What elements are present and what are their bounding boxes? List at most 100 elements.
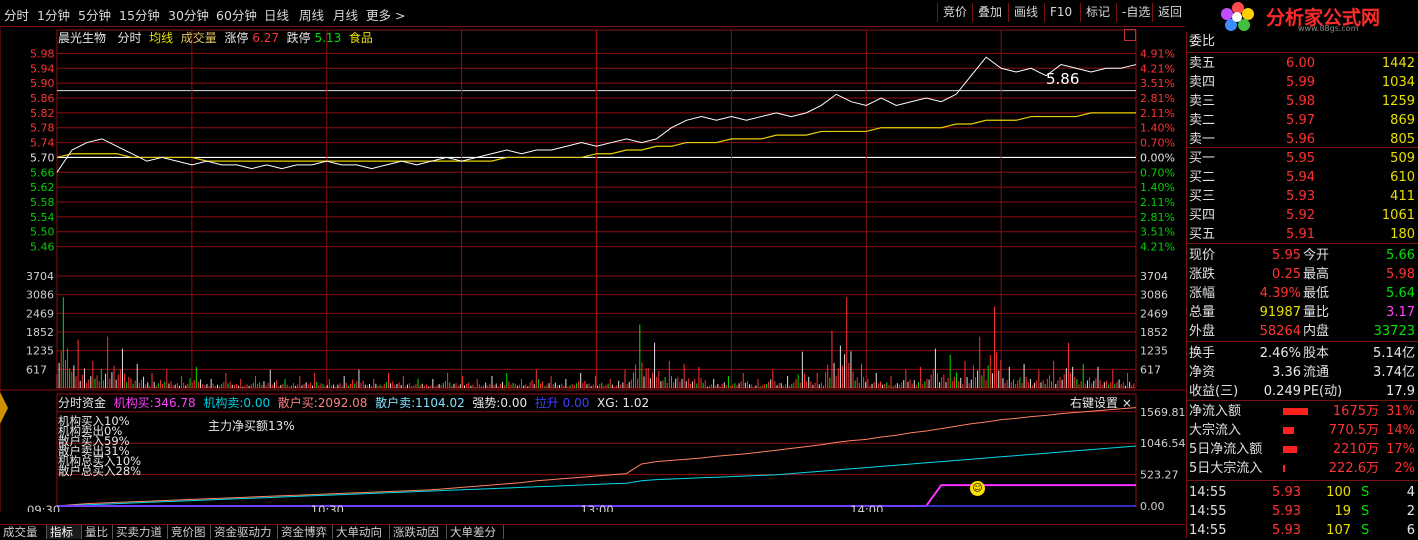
period-tab-15min[interactable]: 15分钟: [119, 5, 160, 24]
volume-tick-label: 1235: [26, 345, 54, 358]
volume-tick-label: 3086: [1140, 289, 1168, 302]
bid-row[interactable]: 买四 5.92 1061: [1187, 206, 1418, 225]
volume-tick-label: 2469: [26, 307, 54, 320]
ask-row[interactable]: 卖二 5.97 869: [1187, 111, 1418, 130]
volume-tick-label: 3086: [26, 289, 54, 302]
tab-volume-ratio[interactable]: 量比: [82, 525, 113, 539]
period-tab-week[interactable]: 周线: [299, 5, 324, 24]
mark-button[interactable]: 标记: [1080, 3, 1115, 22]
bid-row[interactable]: 买三 5.93 411: [1187, 187, 1418, 206]
flow-label: 大宗流入: [1189, 423, 1242, 438]
tab-fund-drive[interactable]: 资金驱动力: [211, 525, 278, 539]
tab-auction-chart[interactable]: 竞价图: [168, 525, 211, 539]
tick-volume: 19: [1334, 504, 1351, 519]
ask-row[interactable]: 卖四 5.99 1034: [1187, 73, 1418, 92]
volume-tick-label: 1235: [1140, 345, 1168, 358]
stat-label: 净资: [1189, 365, 1216, 380]
tab-indicator[interactable]: 指标: [47, 525, 82, 539]
percent-tick-label: 4.21%: [1140, 62, 1175, 75]
stat2-row: 收益(三) 0.249 PE(动) 17.9: [1187, 382, 1418, 401]
ask-price: 5.98: [1286, 94, 1315, 109]
tick-side: S: [1361, 504, 1370, 519]
stat-value: 91987: [1259, 305, 1301, 320]
tab-big-order-diff[interactable]: 大单差分: [447, 525, 504, 539]
fund-tick-label: 0.00: [1140, 500, 1165, 512]
tab-buy-sell-power[interactable]: 买卖力道: [113, 525, 168, 539]
auction-button[interactable]: 竞价: [937, 3, 972, 22]
stat-label: 换手: [1189, 346, 1216, 361]
stat-label: 流通: [1303, 365, 1330, 380]
chart-close-box[interactable]: [1124, 29, 1136, 41]
period-tab-5min[interactable]: 5分钟: [78, 5, 111, 24]
mode-label: 分时: [117, 31, 142, 45]
flow-value: 2210万: [1332, 442, 1379, 457]
bid-price: 5.95: [1286, 151, 1315, 166]
draw-line-button[interactable]: 画线: [1008, 3, 1043, 22]
period-tab-more[interactable]: 更多 >: [366, 5, 405, 24]
tick-side: S: [1361, 485, 1370, 500]
ask-row[interactable]: 卖五 6.00 1442: [1187, 54, 1418, 73]
tab-fund-game[interactable]: 资金博弈: [278, 525, 333, 539]
price-tick-label: 5.70: [30, 151, 55, 164]
price-tick-label: 5.62: [30, 181, 55, 194]
bid-row[interactable]: 买二 5.94 610: [1187, 168, 1418, 187]
fund-axis: 1569.81 1046.54 523.27 0.00: [1140, 406, 1185, 512]
bid-volume: 180: [1390, 227, 1415, 242]
stat-label: 股本: [1303, 346, 1330, 361]
period-tab-month[interactable]: 月线: [333, 5, 358, 24]
bid-row[interactable]: 买五 5.91 180: [1187, 225, 1418, 244]
period-tab-1min[interactable]: 1分钟: [37, 5, 70, 24]
percent-tick-label: 0.00%: [1140, 151, 1175, 164]
tab-volume[interactable]: 成交量: [0, 525, 47, 539]
time-tick-label: 09:30: [27, 503, 60, 512]
watchlist-button[interactable]: -自选: [1116, 3, 1155, 22]
fund-note: 散户总买入28%: [58, 464, 142, 478]
flow-label: 净流入额: [1189, 404, 1242, 419]
stat-value: 0.249: [1263, 384, 1301, 399]
flow-bar: [1283, 427, 1294, 434]
bid-label: 买五: [1189, 227, 1216, 242]
right-click-settings[interactable]: 右键设置 ×: [1070, 394, 1132, 411]
flow-row: 5日大宗流入 222.6万 2%: [1187, 459, 1418, 478]
period-toolbar: 分时 1分钟 5分钟 15分钟 30分钟 60分钟 日线 周线 月线 更多 > …: [0, 0, 1185, 27]
tab-change-cause[interactable]: 涨跌动因: [390, 525, 447, 539]
ask-label: 卖二: [1189, 113, 1216, 128]
stat-label: 总量: [1189, 305, 1216, 320]
stat-label: 现价: [1189, 248, 1216, 263]
period-tab-60min[interactable]: 60分钟: [216, 5, 257, 24]
overlay-button[interactable]: 叠加: [972, 3, 1007, 22]
tick-row: 14:55 5.93 19 S 2: [1187, 502, 1418, 521]
volume-tick-label: 617: [26, 363, 47, 376]
period-tab-30min[interactable]: 30分钟: [168, 5, 209, 24]
tick-volume: 100: [1326, 485, 1351, 500]
volume-tick-label: 617: [1140, 363, 1161, 376]
ask-row[interactable]: 卖三 5.98 1259: [1187, 92, 1418, 111]
percent-tick-label: 2.81%: [1140, 92, 1175, 105]
period-tab-day[interactable]: 日线: [264, 5, 289, 24]
stat-label: 最高: [1303, 267, 1330, 282]
flow-row: 5日净流入额 2210万 17%: [1187, 440, 1418, 459]
f10-button[interactable]: F10: [1044, 3, 1077, 22]
back-button[interactable]: 返回: [1152, 3, 1187, 22]
volume-tick-label: 1852: [1140, 326, 1168, 339]
intraday-chart: 5.98 5.94 5.90 5.86 5.82 5.78 5.745.70 5.66 5.62…: [0, 27, 1185, 512]
chart-header: 晨光生物 分时 均线 成交量 涨停 6.27 跌停 5.13 食品: [58, 29, 373, 46]
flow-pct: 31%: [1386, 404, 1415, 419]
bid-volume: 610: [1390, 170, 1415, 185]
stat-value: 5.14亿: [1373, 346, 1415, 361]
retail-sell-value: 1104.02: [415, 396, 465, 410]
stat-row: 涨跌 0.25 最高 5.98: [1187, 265, 1418, 284]
tab-big-order-trend[interactable]: 大单动向: [333, 525, 390, 539]
bid-label: 买一: [1189, 151, 1216, 166]
strength-label: 强势:: [472, 396, 501, 410]
flow-bar: [1283, 446, 1297, 453]
bid-row[interactable]: 买一 5.95 509: [1187, 149, 1418, 168]
period-tab-fenshi[interactable]: 分时: [4, 5, 29, 24]
limit-down-value: 5.13: [314, 31, 342, 45]
flow-bar: [1283, 408, 1308, 415]
xg-value: 1.02: [622, 396, 650, 410]
flow-value: 222.6万: [1328, 461, 1379, 476]
xg-label: XG:: [596, 396, 619, 410]
bid-volume: 1061: [1381, 208, 1415, 223]
time-tick-label: 14:00: [850, 503, 883, 512]
